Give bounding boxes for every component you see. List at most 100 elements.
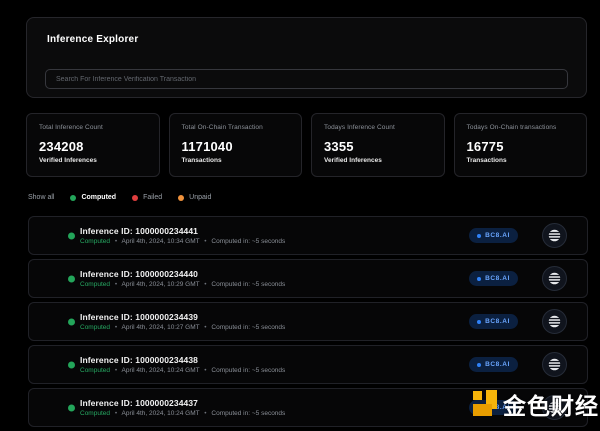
inference-id: Inference ID: 1000000234440 xyxy=(80,269,285,279)
stat-card-total-onchain: Total On-Chain Transaction 1171040 Trans… xyxy=(169,113,303,177)
inference-meta: Computed • April 4th, 2024, 10:24 GMT • … xyxy=(80,410,285,417)
row-text: Inference ID: 1000000234439 Computed • A… xyxy=(80,312,285,331)
watermark-text: 金色财经 xyxy=(503,387,599,421)
inference-meta: Computed • April 4th, 2024, 10:24 GMT • … xyxy=(80,367,285,374)
timestamp: April 4th, 2024, 10:29 GMT xyxy=(122,281,200,288)
chain-link-button[interactable] xyxy=(542,309,567,334)
badge-dot-icon xyxy=(477,277,481,281)
separator: • xyxy=(204,281,206,288)
list-item[interactable]: Inference ID: 1000000234441 Computed • A… xyxy=(28,216,588,255)
badge-label: BC8.AI xyxy=(485,361,510,368)
status-text: Computed xyxy=(80,324,110,331)
bc8-ai-badge[interactable]: BC8.AI xyxy=(469,314,518,329)
explorer-header-card: Inference Explorer xyxy=(26,17,587,98)
list-item[interactable]: Inference ID: 1000000234439 Computed • A… xyxy=(28,302,588,341)
compute-duration: Computed in: ~5 seconds xyxy=(211,367,285,374)
stat-label: Total On-Chain Transaction xyxy=(182,124,290,131)
computed-status-dot xyxy=(70,195,76,201)
row-actions: BC8.AI xyxy=(469,346,587,383)
chain-link-button[interactable] xyxy=(542,223,567,248)
jinse-logo-icon xyxy=(471,390,500,418)
compute-duration: Computed in: ~5 seconds xyxy=(211,238,285,245)
inference-id: Inference ID: 1000000234439 xyxy=(80,312,285,322)
striped-globe-icon xyxy=(548,272,561,285)
filter-computed[interactable]: Computed xyxy=(70,194,116,201)
status-text: Computed xyxy=(80,367,110,374)
computed-status-dot xyxy=(68,318,75,325)
stats-row: Total Inference Count 234208 Verified In… xyxy=(26,113,587,177)
badge-dot-icon xyxy=(477,320,481,324)
stat-unit: Verified Inferences xyxy=(324,157,432,164)
stat-label: Todays Inference Count xyxy=(324,124,432,131)
separator: • xyxy=(115,410,117,417)
separator: • xyxy=(115,238,117,245)
separator: • xyxy=(115,281,117,288)
filter-unpaid[interactable]: Unpaid xyxy=(178,194,211,201)
stat-value: 1171040 xyxy=(182,139,290,154)
stat-value: 3355 xyxy=(324,139,432,154)
badge-dot-icon xyxy=(477,234,481,238)
chain-link-button[interactable] xyxy=(542,266,567,291)
bc8-ai-badge[interactable]: BC8.AI xyxy=(469,228,518,243)
separator: • xyxy=(204,324,206,331)
compute-duration: Computed in: ~5 seconds xyxy=(211,324,285,331)
inference-id: Inference ID: 1000000234438 xyxy=(80,355,285,365)
badge-label: BC8.AI xyxy=(485,232,510,239)
row-text: Inference ID: 1000000234441 Computed • A… xyxy=(80,226,285,245)
failed-status-dot xyxy=(132,195,138,201)
separator: • xyxy=(115,324,117,331)
computed-status-dot xyxy=(68,404,75,411)
filter-failed[interactable]: Failed xyxy=(132,194,162,201)
row-text: Inference ID: 1000000234438 Computed • A… xyxy=(80,355,285,374)
timestamp: April 4th, 2024, 10:24 GMT xyxy=(122,367,200,374)
stat-unit: Transactions xyxy=(182,157,290,164)
stat-value: 16775 xyxy=(467,139,575,154)
separator: • xyxy=(204,410,206,417)
separator: • xyxy=(204,367,206,374)
row-actions: BC8.AI xyxy=(469,303,587,340)
jinse-watermark: 金色财经 xyxy=(471,384,599,424)
inference-meta: Computed • April 4th, 2024, 10:34 GMT • … xyxy=(80,238,285,245)
status-text: Computed xyxy=(80,238,110,245)
row-text: Inference ID: 1000000234437 Computed • A… xyxy=(80,398,285,417)
inference-id: Inference ID: 1000000234441 xyxy=(80,226,285,236)
inference-id: Inference ID: 1000000234437 xyxy=(80,398,285,408)
striped-globe-icon xyxy=(548,229,561,242)
bc8-ai-badge[interactable]: BC8.AI xyxy=(469,271,518,286)
status-text: Computed xyxy=(80,410,110,417)
stat-card-todays-inference: Todays Inference Count 3355 Verified Inf… xyxy=(311,113,445,177)
row-actions: BC8.AI xyxy=(469,217,587,254)
timestamp: April 4th, 2024, 10:34 GMT xyxy=(122,238,200,245)
stat-label: Total Inference Count xyxy=(39,124,147,131)
timestamp: April 4th, 2024, 10:24 GMT xyxy=(122,410,200,417)
search-input[interactable] xyxy=(45,69,568,89)
filter-label: Unpaid xyxy=(189,194,211,201)
compute-duration: Computed in: ~5 seconds xyxy=(211,410,285,417)
stat-value: 234208 xyxy=(39,139,147,154)
stat-unit: Verified Inferences xyxy=(39,157,147,164)
list-item[interactable]: Inference ID: 1000000234440 Computed • A… xyxy=(28,259,588,298)
computed-status-dot xyxy=(68,275,75,282)
filter-show-all[interactable]: Show all xyxy=(28,194,54,201)
computed-status-dot xyxy=(68,361,75,368)
list-item[interactable]: Inference ID: 1000000234438 Computed • A… xyxy=(28,345,588,384)
stat-label: Todays On-Chain transactions xyxy=(467,124,575,131)
inference-meta: Computed • April 4th, 2024, 10:27 GMT • … xyxy=(80,324,285,331)
striped-globe-icon xyxy=(548,358,561,371)
separator: • xyxy=(204,238,206,245)
compute-duration: Computed in: ~5 seconds xyxy=(211,281,285,288)
page-title: Inference Explorer xyxy=(47,34,138,45)
bc8-ai-badge[interactable]: BC8.AI xyxy=(469,357,518,372)
badge-dot-icon xyxy=(477,363,481,367)
stat-unit: Transactions xyxy=(467,157,575,164)
chain-link-button[interactable] xyxy=(542,352,567,377)
separator: • xyxy=(115,367,117,374)
status-text: Computed xyxy=(80,281,110,288)
badge-label: BC8.AI xyxy=(485,275,510,282)
timestamp: April 4th, 2024, 10:27 GMT xyxy=(122,324,200,331)
filter-label: Failed xyxy=(143,194,162,201)
striped-globe-icon xyxy=(548,315,561,328)
row-actions: BC8.AI xyxy=(469,260,587,297)
inference-meta: Computed • April 4th, 2024, 10:29 GMT • … xyxy=(80,281,285,288)
filter-bar: Show all Computed Failed Unpaid xyxy=(28,194,211,201)
